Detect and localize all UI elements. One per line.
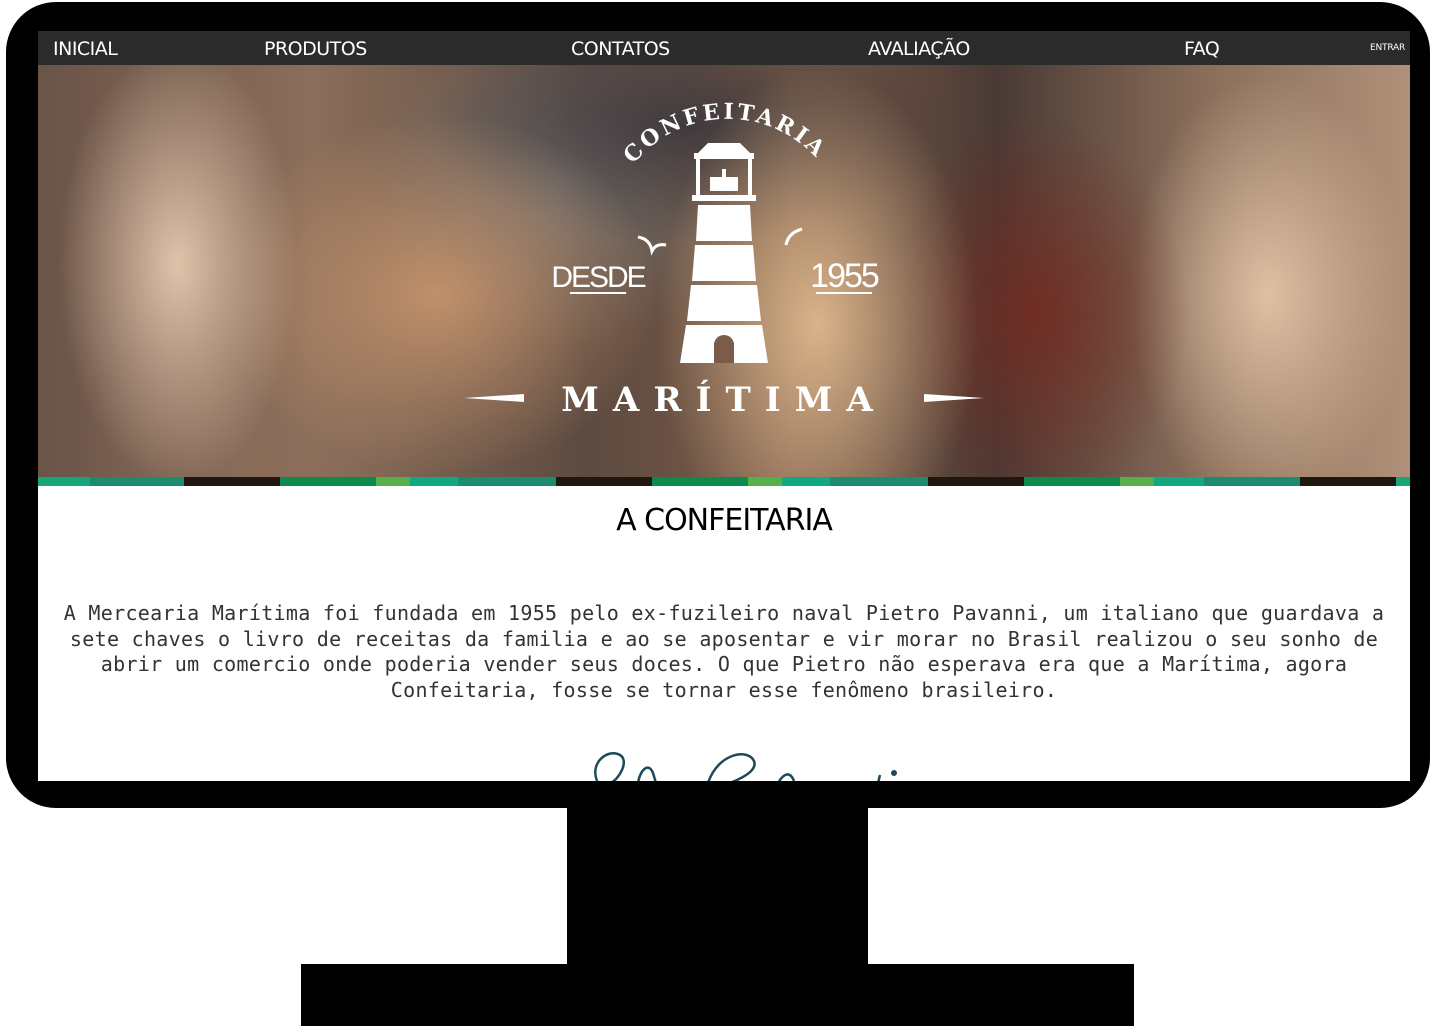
website-screen: INICIAL PRODUTOS CONTATOS AVALIAÇÃO FAQ …	[38, 31, 1410, 781]
nav-item-avaliacao[interactable]: AVALIAÇÃO	[868, 31, 970, 65]
monitor-stand-base	[301, 964, 1134, 1026]
lighthouse-icon	[680, 143, 768, 363]
nav-item-produtos[interactable]: PRODUTOS	[264, 31, 367, 65]
nav-item-contatos[interactable]: CONTATOS	[571, 31, 670, 65]
nav-item-faq[interactable]: FAQ	[1184, 31, 1220, 65]
logo-since-label: DESDE	[551, 261, 645, 294]
nav-item-inicial[interactable]: INICIAL	[53, 31, 118, 65]
login-link[interactable]: ENTRAR	[1370, 31, 1405, 65]
lighthouse-logo: CONFEITARIA DESDE 1955 MARÍTIMA	[464, 99, 984, 420]
logo-year-label: 1955	[810, 257, 879, 295]
logo-name: MARÍTIMA	[561, 379, 886, 420]
section-title: A CONFEITARIA	[616, 503, 833, 538]
monitor-stand-neck	[567, 805, 868, 967]
hero-banner: CONFEITARIA DESDE 1955 MARÍTIMA	[38, 65, 1410, 477]
color-stripe	[38, 477, 1410, 486]
signature-image	[594, 752, 897, 781]
top-navigation: INICIAL PRODUTOS CONTATOS AVALIAÇÃO FAQ …	[38, 31, 1410, 65]
seagull-icon	[637, 235, 667, 256]
seagull-icon	[784, 227, 803, 246]
about-paragraph: A Mercearia Marítima foi fundada em 1955…	[63, 601, 1385, 702]
monitor-bezel: INICIAL PRODUTOS CONTATOS AVALIAÇÃO FAQ …	[6, 2, 1430, 808]
